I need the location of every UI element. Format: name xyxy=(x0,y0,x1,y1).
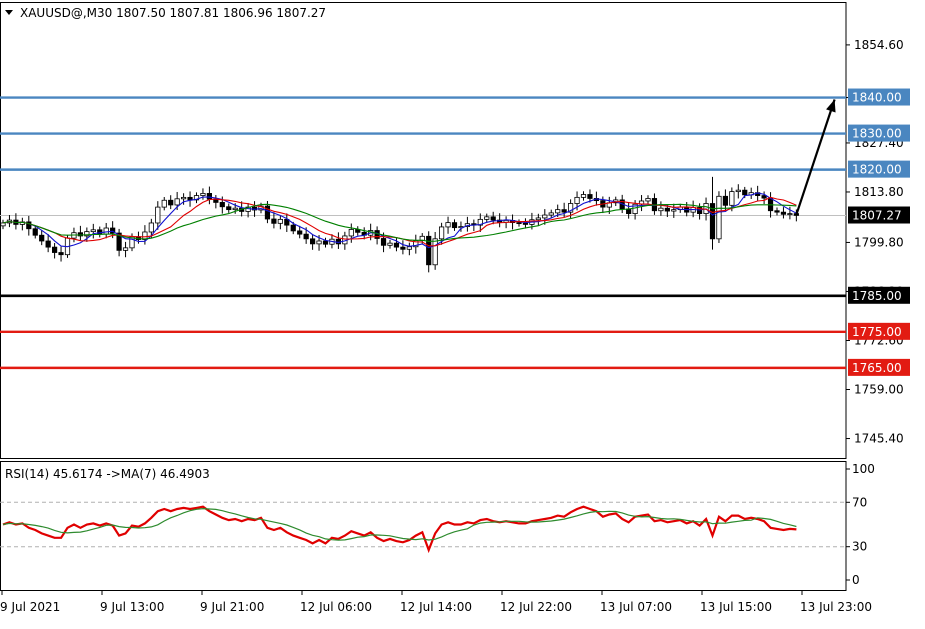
candle-body[interactable] xyxy=(438,226,445,240)
candle-body[interactable] xyxy=(522,222,529,225)
candle-body[interactable] xyxy=(587,194,593,199)
level-label: 1830.00 xyxy=(852,127,902,141)
price-chart-window[interactable]: 9 Jul 2021 9 Jul 13:00 9 Jul 21:00 12 Jul 0… xyxy=(0,0,925,625)
x-tick-label: 12 Jul 14:00 xyxy=(400,600,472,614)
candle-body[interactable] xyxy=(232,207,238,211)
candle-body[interactable] xyxy=(658,207,664,212)
candle-body[interactable] xyxy=(445,222,451,228)
x-tick-label: 13 Jul 23:00 xyxy=(800,600,872,614)
candle-body[interactable] xyxy=(742,189,748,196)
candle-body[interactable] xyxy=(400,246,406,250)
candle-body[interactable] xyxy=(735,189,741,193)
candle-body[interactable] xyxy=(122,247,129,251)
y-tick-label: 1759.00 xyxy=(854,383,904,397)
candle-body[interactable] xyxy=(290,224,296,232)
candle-body[interactable] xyxy=(168,199,174,206)
rsi-y-tick-label: 0 xyxy=(852,573,860,587)
candle-body[interactable] xyxy=(664,207,670,212)
candle-body[interactable] xyxy=(671,209,677,212)
candle-body[interactable] xyxy=(45,240,51,248)
candle-body[interactable] xyxy=(484,216,490,220)
candle-body[interactable] xyxy=(200,193,206,196)
candle-body[interactable] xyxy=(787,213,793,215)
candle-body[interactable] xyxy=(548,212,554,216)
y-tick-label: 1854.60 xyxy=(854,38,904,52)
candle-body[interactable] xyxy=(174,198,180,206)
candle-body[interactable] xyxy=(271,218,277,224)
x-tick-label: 12 Jul 06:00 xyxy=(300,600,372,614)
x-tick-label: 9 Jul 13:00 xyxy=(100,600,164,614)
candle-body[interactable] xyxy=(542,214,548,219)
candle-body[interactable] xyxy=(148,222,154,233)
candle-body[interactable] xyxy=(645,198,651,202)
candle-body[interactable] xyxy=(303,233,309,240)
rsi-y-tick-label: 70 xyxy=(852,495,867,509)
current-price-label: 1807.27 xyxy=(852,209,902,223)
candle-body[interactable] xyxy=(32,228,38,236)
candle-body[interactable] xyxy=(516,222,522,225)
candle-body[interactable] xyxy=(393,242,400,248)
x-tick-label: 13 Jul 15:00 xyxy=(700,600,772,614)
candle-body[interactable] xyxy=(580,194,587,198)
candle-body[interactable] xyxy=(316,240,322,245)
y-tick-label: 1813.80 xyxy=(854,185,904,199)
x-tick-label: 12 Jul 22:00 xyxy=(500,600,572,614)
candle-body[interactable] xyxy=(103,227,109,235)
level-label: 1785.00 xyxy=(852,289,902,303)
level-label: 1765.00 xyxy=(852,361,902,375)
candle-body[interactable] xyxy=(0,222,6,227)
candle-body[interactable] xyxy=(761,195,767,199)
candle-body[interactable] xyxy=(309,238,316,245)
candle-body[interactable] xyxy=(490,216,496,221)
candle-body[interactable] xyxy=(52,246,58,253)
chart-svg: 9 Jul 2021 9 Jul 13:00 9 Jul 21:00 12 Jul 0… xyxy=(0,2,910,614)
y-tick-label: 1799.80 xyxy=(854,235,904,249)
candle-body[interactable] xyxy=(39,234,45,242)
candle-body[interactable] xyxy=(780,211,787,215)
candle-body[interactable] xyxy=(219,202,225,208)
candle-body[interactable] xyxy=(380,238,387,246)
candle-body[interactable] xyxy=(432,238,438,266)
y-tick-label: 1745.40 xyxy=(854,432,904,446)
candle-body[interactable] xyxy=(180,196,187,200)
candle-body[interactable] xyxy=(348,229,354,237)
candle-body[interactable] xyxy=(206,193,212,200)
candle-body[interactable] xyxy=(574,196,580,204)
candle-body[interactable] xyxy=(155,206,161,224)
candle-body[interactable] xyxy=(406,246,412,250)
candle-body[interactable] xyxy=(535,217,541,221)
candle-body[interactable] xyxy=(729,191,735,206)
candle-body[interactable] xyxy=(716,195,722,240)
x-tick-label: 9 Jul 21:00 xyxy=(200,600,264,614)
candle-body[interactable] xyxy=(58,252,64,256)
level-label: 1775.00 xyxy=(852,325,902,339)
candle-body[interactable] xyxy=(297,230,303,235)
candle-body[interactable] xyxy=(90,229,96,233)
candle-body[interactable] xyxy=(277,218,283,224)
candle-body[interactable] xyxy=(555,209,561,214)
x-tick-label: 13 Jul 07:00 xyxy=(600,600,672,614)
candle-body[interactable] xyxy=(387,242,393,246)
rsi-header: RSI(14) 45.6174 ->MA(7) 46.4903 xyxy=(5,467,210,481)
rsi-y-tick-label: 100 xyxy=(852,462,875,476)
candle-body[interactable] xyxy=(161,199,167,208)
candle-body[interactable] xyxy=(451,222,458,229)
candle-body[interactable] xyxy=(226,206,232,211)
candle-body[interactable] xyxy=(722,195,729,206)
candle-body[interactable] xyxy=(774,210,780,213)
symbol-header: XAUUSD@,M30 1807.50 1807.81 1806.96 1807… xyxy=(20,6,326,20)
x-tick-label: 9 Jul 2021 xyxy=(0,600,60,614)
candle-body[interactable] xyxy=(561,209,567,213)
level-label: 1840.00 xyxy=(852,91,902,105)
candle-body[interactable] xyxy=(322,240,329,245)
level-label: 1820.00 xyxy=(852,163,902,177)
rsi-y-tick-label: 30 xyxy=(852,540,867,554)
